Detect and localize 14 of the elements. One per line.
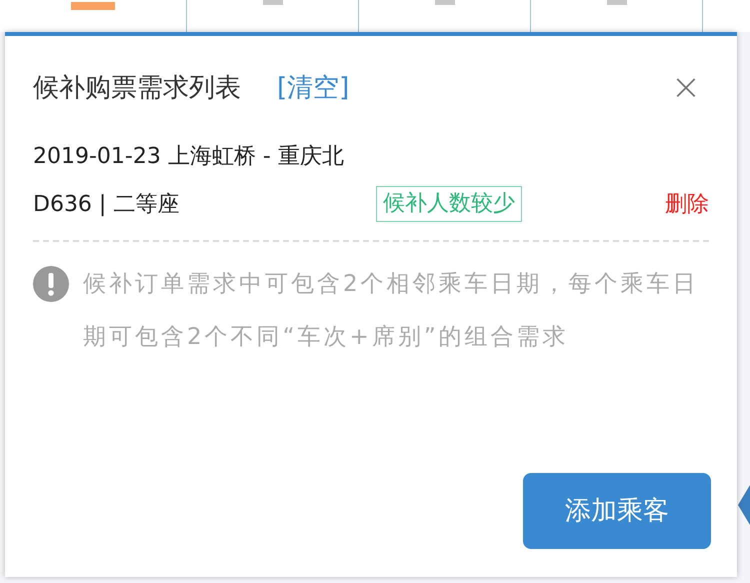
clear-link[interactable]: [清空] (277, 68, 350, 108)
warning-icon (33, 266, 69, 302)
delete-link[interactable]: 删除 (665, 188, 709, 220)
status-tag: 候补人数较少 (376, 186, 522, 222)
dash-icon (262, 0, 282, 5)
panel-title: 候补购票需求列表 (33, 72, 241, 104)
notice-text: 候补订单需求中可包含2个相邻乘车日期，每个乘车日期可包含2个不同“车次+席别”的组合需求 (83, 270, 700, 352)
dash-icon (606, 0, 626, 5)
route-text: 2019-01-23 上海虹桥 - 重庆北 (33, 143, 345, 171)
close-button[interactable]: × (670, 70, 701, 106)
status-mark-icon (71, 2, 115, 10)
train-seat-text: D636 | 二等座 (33, 190, 180, 218)
dash-icon (434, 0, 454, 5)
add-passenger-button[interactable]: 添加乘客 (523, 473, 711, 549)
